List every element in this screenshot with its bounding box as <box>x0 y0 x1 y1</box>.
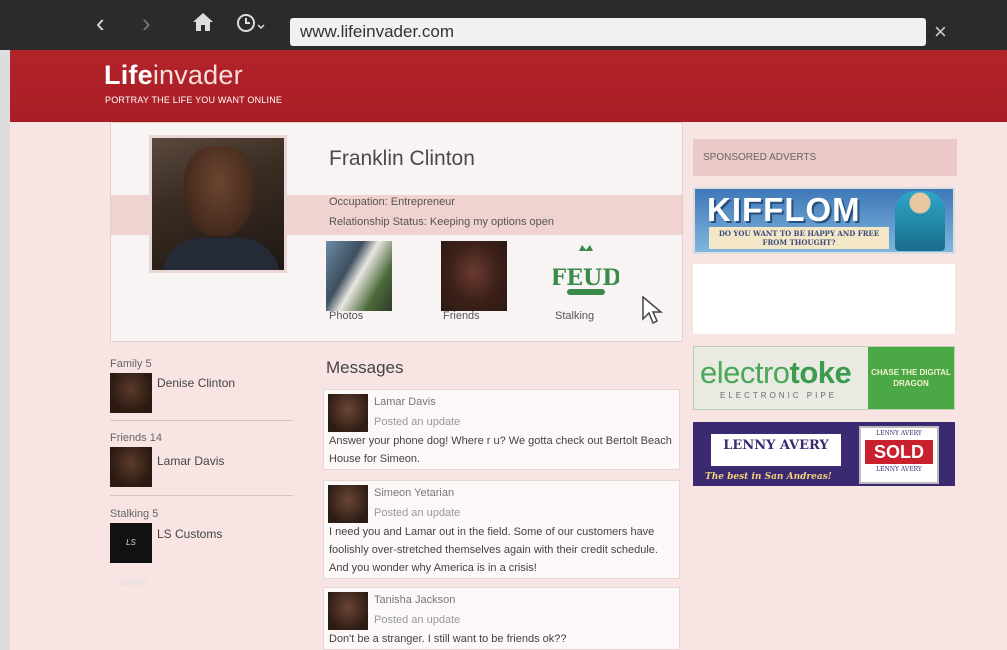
sold-sign: LENNY AVERY SOLD LENNY AVERY <box>859 426 939 484</box>
back-icon[interactable]: ‹ <box>96 10 105 36</box>
sold-label: SOLD <box>865 440 933 464</box>
site-tagline: PORTRAY THE LIFE YOU WANT ONLINE <box>105 95 283 105</box>
blank-ad-slot[interactable] <box>693 264 955 334</box>
history-clock-icon[interactable] <box>236 13 266 33</box>
profile-relationship: Relationship Status: Keeping my options … <box>329 216 555 228</box>
friend-name[interactable]: Lamar Davis <box>157 454 224 468</box>
message-avatar[interactable] <box>328 485 368 523</box>
home-icon[interactable] <box>192 12 214 32</box>
electrotoke-logo-a: electro <box>700 355 790 390</box>
feud-logo-icon: FEUD <box>551 245 621 295</box>
friends-label[interactable]: Friends <box>443 310 480 322</box>
sponsored-adverts-header: SPONSORED ADVERTS <box>693 139 957 176</box>
friends-tile[interactable] <box>441 241 507 311</box>
stalking-name[interactable]: LS Customs <box>157 527 222 541</box>
message-subtitle: Posted an update <box>374 416 461 428</box>
family-item[interactable]: Denise Clinton <box>110 373 293 415</box>
family-section: Family 5 Denise Clinton <box>110 358 293 415</box>
ls-customs-logo[interactable]: LS Customs <box>110 523 152 587</box>
lenny-tagline: The best in San Andreas! <box>705 472 832 482</box>
friend-avatar[interactable] <box>110 447 152 487</box>
page-body: Franklin Clinton Occupation: Entrepreneu… <box>10 122 1007 650</box>
message-text: I need you and Lamar out in the field. S… <box>329 526 658 574</box>
profile-occupation: Occupation: Entrepreneur <box>329 196 455 208</box>
stalking-header[interactable]: Stalking 5 <box>110 508 293 520</box>
mouse-cursor-icon <box>642 295 663 325</box>
stalking-section: Stalking 5 LS Customs LS Customs <box>110 508 293 587</box>
photos-label[interactable]: Photos <box>329 310 363 322</box>
stalking-item[interactable]: LS Customs LS Customs <box>110 523 293 587</box>
electrotoke-slogan: CHASE THE DIGITAL DRAGON <box>868 347 954 409</box>
kifflom-ad[interactable]: KIFFLOM DO YOU WANT TO BE HAPPY AND FREE… <box>693 187 955 254</box>
electrotoke-logo: electrotoke <box>700 355 852 391</box>
message-item: Simeon Yetarian Posted an update I need … <box>323 480 680 579</box>
message-item: Lamar Davis Posted an update Answer your… <box>323 389 680 470</box>
sidebar-divider <box>110 420 293 421</box>
message-item: Tanisha Jackson Posted an update Don't b… <box>323 587 680 650</box>
message-author[interactable]: Tanisha Jackson <box>374 594 455 606</box>
browser-toolbar: ‹ › www.lifeinvader.com × <box>0 0 1007 50</box>
sold-sign-top: LENNY AVERY <box>876 430 922 437</box>
sold-sign-bottom: LENNY AVERY <box>876 466 922 473</box>
profile-avatar[interactable] <box>149 135 287 273</box>
sidebar-divider <box>110 495 293 496</box>
electrotoke-logo-b: toke <box>789 355 852 390</box>
stalking-tile[interactable]: FEUD <box>551 241 621 311</box>
avatar-head <box>184 146 254 236</box>
kifflom-subtitle: DO YOU WANT TO BE HAPPY AND FREE FROM TH… <box>709 227 889 249</box>
site-header: Lifeinvader PORTRAY THE LIFE YOU WANT ON… <box>10 50 1007 122</box>
messages-title: Messages <box>326 358 404 377</box>
lifeinvader-logo[interactable]: Lifeinvader <box>104 60 243 91</box>
lenny-avery-ad[interactable]: LENNY AVERY REALTY The best in San Andre… <box>693 422 955 486</box>
close-icon[interactable]: × <box>934 18 947 46</box>
kifflom-title: KIFFLOM <box>707 191 861 228</box>
logo-light: invader <box>152 60 243 90</box>
friends-section: Friends 14 Lamar Davis <box>110 432 293 489</box>
lenny-realty: REALTY <box>752 460 800 466</box>
message-text: Answer your phone dog! Where r u? We got… <box>329 435 672 465</box>
message-subtitle: Posted an update <box>374 614 461 626</box>
electrotoke-subtitle: ELECTRONIC PIPE <box>720 391 838 400</box>
stalking-label[interactable]: Stalking <box>555 310 594 322</box>
family-avatar[interactable] <box>110 373 152 413</box>
family-header[interactable]: Family 5 <box>110 358 293 370</box>
avatar-body <box>162 238 280 270</box>
message-subtitle: Posted an update <box>374 507 461 519</box>
profile-name: Franklin Clinton <box>329 147 475 170</box>
friends-header[interactable]: Friends 14 <box>110 432 293 444</box>
message-text: Don't be a stranger. I still want to be … <box>329 633 567 645</box>
photos-tile[interactable] <box>326 241 392 311</box>
electrotoke-ad[interactable]: electrotoke ELECTRONIC PIPE CHASE THE DI… <box>693 346 955 410</box>
friends-item[interactable]: Lamar Davis <box>110 447 293 489</box>
forward-icon[interactable]: › <box>142 10 151 36</box>
message-author[interactable]: Simeon Yetarian <box>374 487 454 499</box>
message-avatar[interactable] <box>328 394 368 432</box>
logo-bold: Life <box>104 60 153 90</box>
address-bar-input[interactable]: www.lifeinvader.com <box>290 18 926 46</box>
profile-card: Franklin Clinton Occupation: Entrepreneu… <box>110 122 683 342</box>
family-name[interactable]: Denise Clinton <box>157 376 235 390</box>
message-author[interactable]: Lamar Davis <box>374 396 436 408</box>
kifflom-figure <box>895 191 945 251</box>
feud-logo-text: FEUD <box>553 265 619 291</box>
message-avatar[interactable] <box>328 592 368 630</box>
